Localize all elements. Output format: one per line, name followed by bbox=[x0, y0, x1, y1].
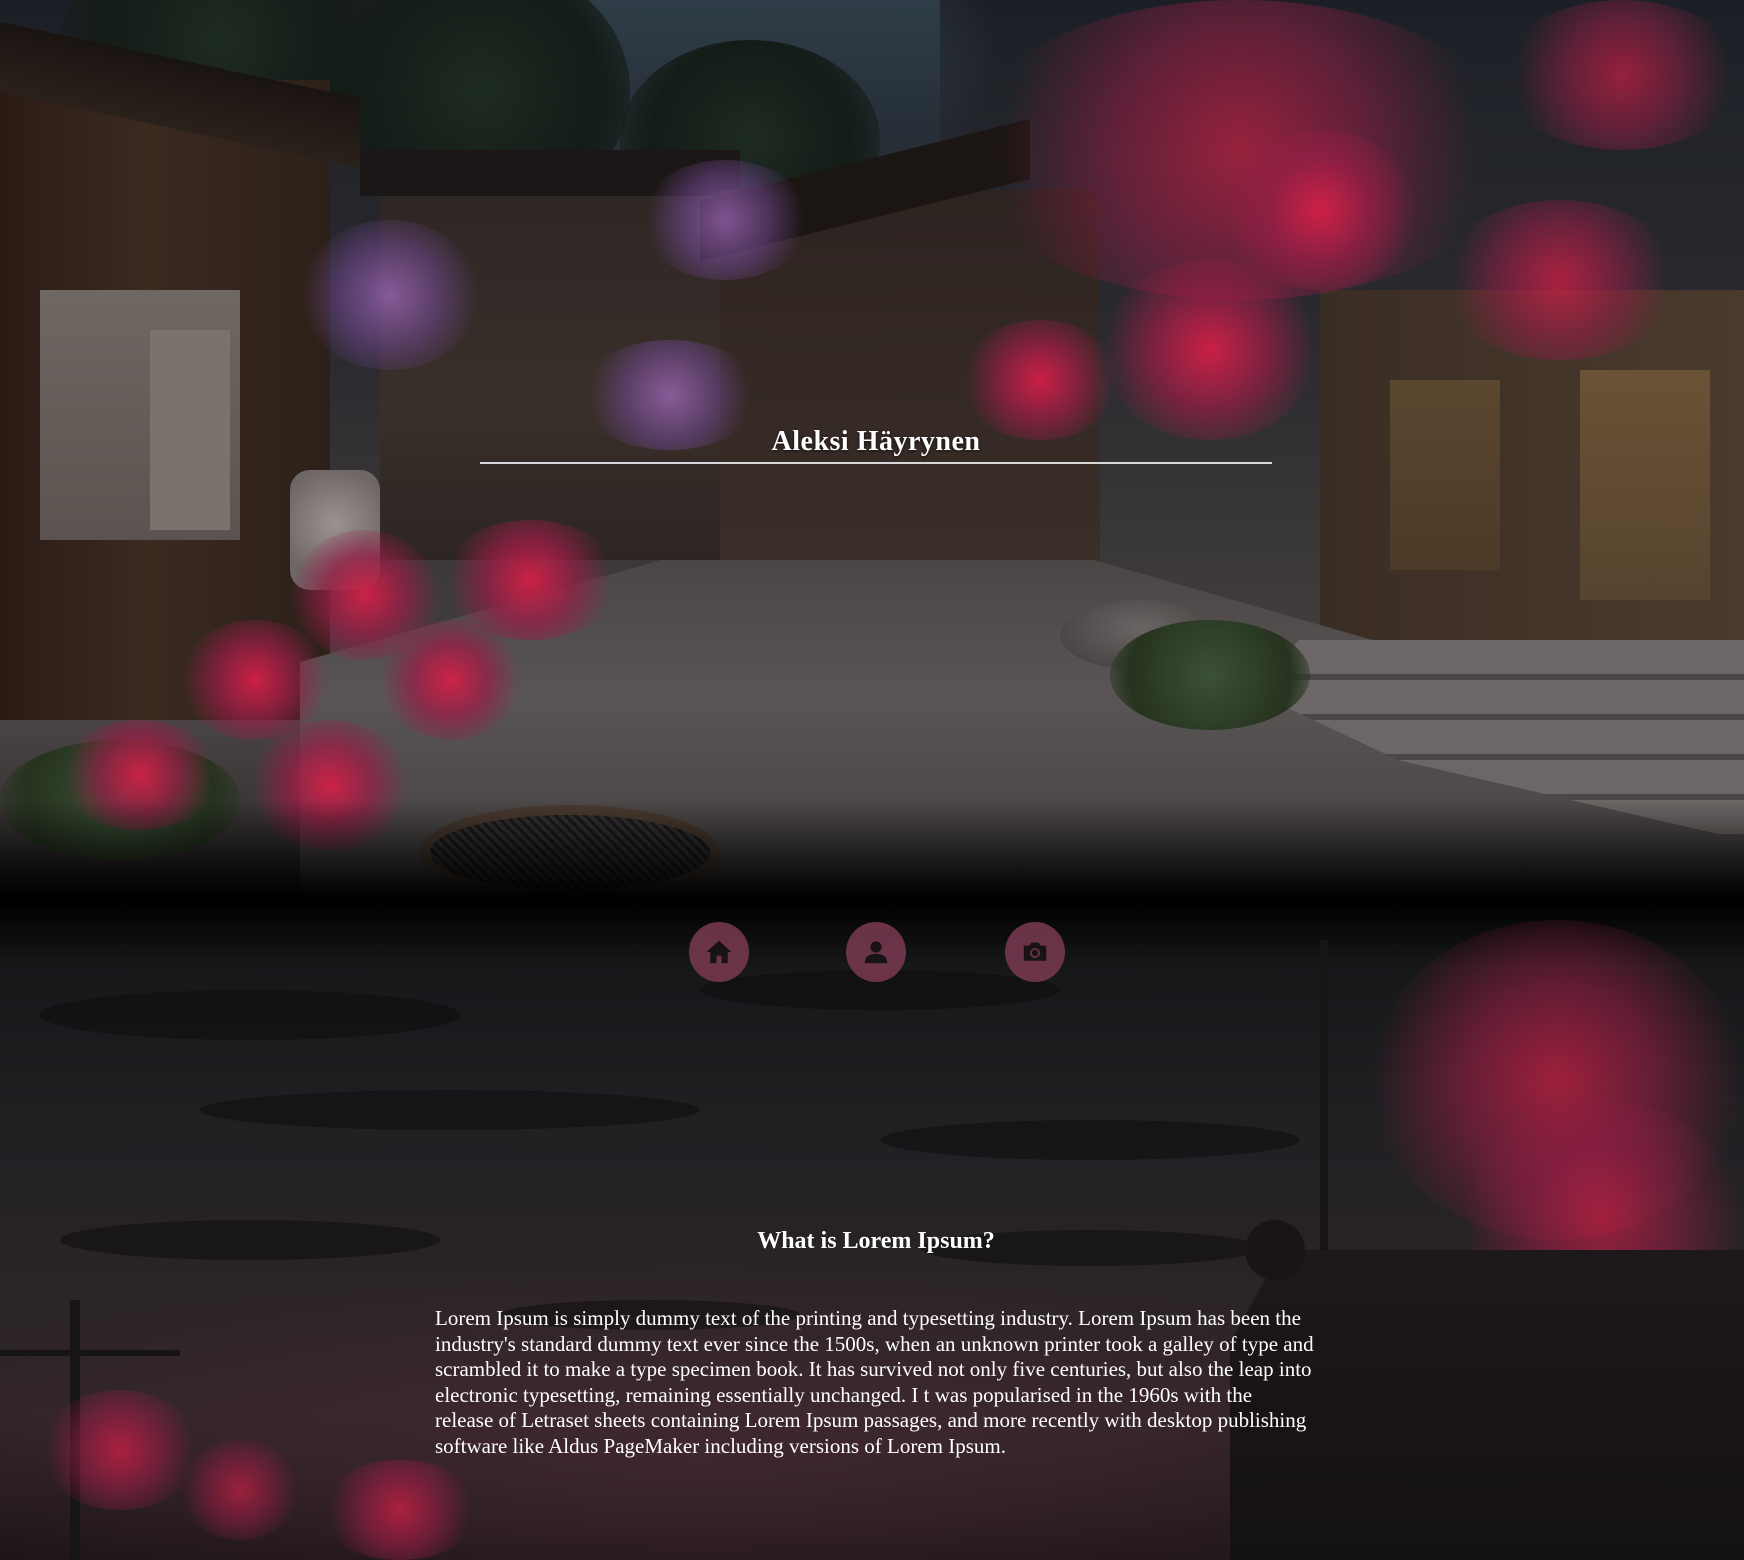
cherry-blossom bbox=[40, 1390, 200, 1510]
utility-pole-crossbar bbox=[0, 1350, 180, 1356]
cherry-blossom bbox=[1440, 200, 1680, 360]
window-lit bbox=[1580, 370, 1710, 600]
cloud bbox=[60, 1220, 440, 1260]
figure-silhouette bbox=[1245, 1220, 1305, 1280]
cherry-blossom bbox=[320, 1460, 480, 1560]
cherry-blossom bbox=[380, 620, 520, 740]
profile-button[interactable] bbox=[846, 922, 906, 982]
article-heading: What is Lorem Ipsum? bbox=[757, 1228, 995, 1254]
cherry-blossom bbox=[1500, 0, 1744, 150]
home-icon bbox=[706, 940, 732, 964]
cherry-blossom bbox=[180, 1440, 300, 1540]
site-title: Aleksi Häyrynen bbox=[771, 426, 981, 457]
purple-blossom bbox=[300, 220, 480, 370]
purple-blossom bbox=[640, 160, 810, 280]
cloud bbox=[880, 1120, 1300, 1160]
cloud bbox=[40, 990, 460, 1040]
cherry-blossom bbox=[1100, 260, 1320, 440]
hero-fade bbox=[0, 800, 1744, 900]
user-icon bbox=[864, 941, 888, 964]
camera-icon bbox=[1023, 942, 1047, 961]
home-button[interactable] bbox=[689, 922, 749, 982]
title-divider bbox=[480, 462, 1272, 464]
cloud bbox=[200, 1090, 700, 1130]
window-lit bbox=[1390, 380, 1500, 570]
wall-panel bbox=[150, 330, 230, 530]
bush bbox=[1110, 620, 1310, 730]
article-body: Lorem Ipsum is simply dummy text of the … bbox=[435, 1306, 1314, 1458]
cherry-blossom bbox=[960, 320, 1120, 440]
gallery-button[interactable] bbox=[1005, 922, 1065, 982]
